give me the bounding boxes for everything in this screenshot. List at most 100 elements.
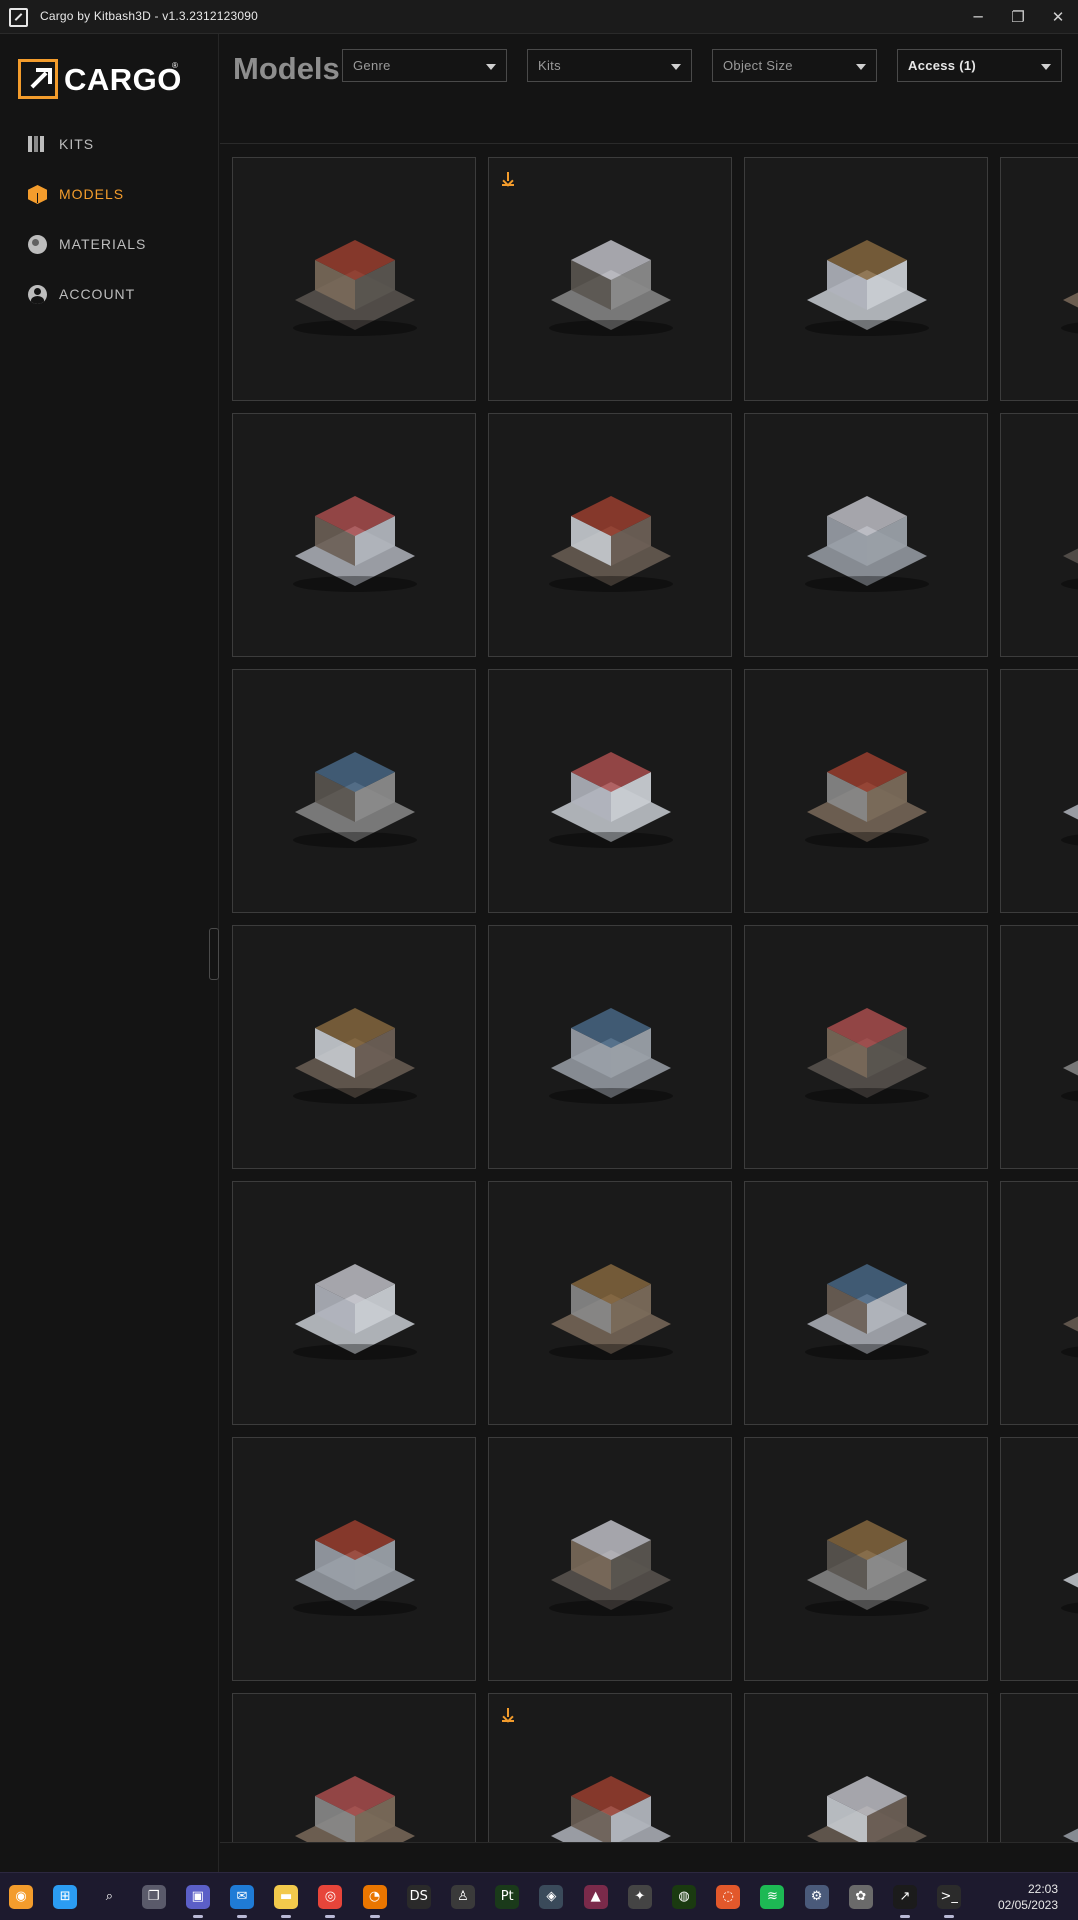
model-thumbnail bbox=[805, 1264, 929, 1360]
model-tile[interactable] bbox=[232, 925, 476, 1169]
cube-icon bbox=[28, 185, 47, 204]
model-tile[interactable] bbox=[488, 925, 732, 1169]
search-icon[interactable]: ⌕ bbox=[97, 1885, 122, 1909]
model-tile[interactable] bbox=[488, 669, 732, 913]
genre-dropdown[interactable]: Genre bbox=[342, 49, 507, 82]
model-tile[interactable] bbox=[488, 1693, 732, 1842]
teams-icon[interactable]: ▣ bbox=[185, 1885, 210, 1909]
poser-icon[interactable]: ♙ bbox=[451, 1885, 475, 1909]
launcher-icon[interactable]: ◉ bbox=[9, 1885, 33, 1909]
caret-down-icon bbox=[856, 64, 866, 70]
blender-icon[interactable]: ◔ bbox=[362, 1885, 387, 1909]
model-tile[interactable] bbox=[232, 157, 476, 401]
model-tile[interactable] bbox=[744, 157, 988, 401]
dropdown-label: Access (1) bbox=[908, 58, 977, 73]
model-thumbnail bbox=[1063, 1828, 1078, 1842]
clock-date: 02/05/2023 bbox=[997, 1898, 1058, 1912]
logo-text: CARGO bbox=[64, 62, 182, 97]
sidebar-item-label: ACCOUNT bbox=[59, 286, 136, 302]
model-thumbnail bbox=[1061, 1572, 1078, 1614]
model-tile[interactable] bbox=[232, 1437, 476, 1681]
nvidia-icon[interactable]: ◍ bbox=[672, 1885, 696, 1909]
running-indicator bbox=[325, 1915, 336, 1918]
model-tile[interactable] bbox=[744, 925, 988, 1169]
kits-icon bbox=[28, 135, 47, 154]
sidebar-item-materials[interactable]: MATERIALS bbox=[28, 231, 208, 257]
model-tile[interactable] bbox=[1000, 669, 1078, 913]
model-tile[interactable] bbox=[744, 1693, 988, 1842]
running-indicator bbox=[237, 1915, 247, 1918]
model-thumbnail bbox=[807, 1776, 927, 1842]
minimize-button[interactable]: ─ bbox=[958, 4, 998, 30]
model-tile[interactable] bbox=[232, 669, 476, 913]
model-thumbnail bbox=[805, 1520, 929, 1616]
kits-dropdown[interactable]: Kits bbox=[527, 49, 692, 82]
cargo-app-icon bbox=[9, 8, 28, 27]
model-thumbnail bbox=[805, 496, 929, 592]
daz-studio-icon[interactable]: DS bbox=[406, 1885, 431, 1909]
model-tile[interactable] bbox=[744, 1437, 988, 1681]
task-view-icon[interactable]: ❐ bbox=[141, 1885, 166, 1909]
model-tile[interactable] bbox=[744, 1181, 988, 1425]
compass-icon[interactable]: ✦ bbox=[627, 1885, 652, 1909]
maximize-button[interactable]: ❐ bbox=[998, 4, 1038, 30]
chrome-icon[interactable]: ◎ bbox=[318, 1885, 343, 1909]
model-thumbnail bbox=[1061, 804, 1078, 846]
painter-icon[interactable]: Pt bbox=[495, 1885, 520, 1909]
title-bar: Cargo by Kitbash3D - v1.3.2312123090 ─ ❐… bbox=[0, 0, 1078, 34]
model-tile[interactable] bbox=[1000, 1437, 1078, 1681]
running-indicator bbox=[900, 1915, 910, 1918]
horizontal-scrollbar[interactable] bbox=[220, 1842, 1078, 1872]
model-tile[interactable] bbox=[488, 1181, 732, 1425]
sidebar-item-models[interactable]: MODELS bbox=[28, 181, 208, 207]
sidebar-resize-handle[interactable] bbox=[209, 928, 219, 980]
model-tile[interactable] bbox=[1000, 1181, 1078, 1425]
models-header: Models Genre Kits Object Size Access (1) bbox=[220, 34, 1078, 144]
sidebar-item-label: MATERIALS bbox=[59, 236, 147, 252]
close-button[interactable]: ✕ bbox=[1038, 4, 1078, 30]
affinity-icon[interactable]: ▲ bbox=[583, 1885, 608, 1909]
cargo-app-icon[interactable]: ↗ bbox=[893, 1885, 917, 1909]
model-tile[interactable] bbox=[488, 413, 732, 657]
model-thumbnail bbox=[549, 1008, 673, 1104]
dropdown-label: Object Size bbox=[723, 58, 793, 73]
downloaded-icon bbox=[502, 172, 514, 186]
windows-start-icon[interactable]: ⊞ bbox=[53, 1885, 78, 1909]
settings-icon[interactable]: ⚙ bbox=[804, 1885, 829, 1909]
user-icon bbox=[28, 285, 47, 304]
system-clock[interactable]: 22:03 02/05/2023 bbox=[998, 1881, 1058, 1913]
model-thumbnail bbox=[293, 240, 417, 336]
object-size-dropdown[interactable]: Object Size bbox=[712, 49, 877, 82]
houdini-icon[interactable]: ◌ bbox=[716, 1885, 741, 1909]
model-tile[interactable] bbox=[1000, 157, 1078, 401]
model-tile[interactable] bbox=[1000, 925, 1078, 1169]
taskbar: 22:03 02/05/2023 ◉ ⊞ ⌕ ❐ ▣ ✉ ▬ ◎ ◔ DS ♙ Pt ◈ ▲ ✦ ◍ ◌ ≋ ⚙ ✿ ↗… bbox=[0, 1872, 1078, 1920]
registered-mark: ® bbox=[172, 61, 178, 70]
model-tile[interactable] bbox=[488, 1437, 732, 1681]
model-tile[interactable] bbox=[232, 1693, 476, 1842]
model-tile[interactable] bbox=[744, 669, 988, 913]
model-tile[interactable] bbox=[488, 157, 732, 401]
file-explorer-icon[interactable]: ▬ bbox=[274, 1885, 299, 1909]
model-tile[interactable] bbox=[232, 413, 476, 657]
model-thumbnail bbox=[549, 752, 673, 848]
mail-icon[interactable]: ✉ bbox=[230, 1885, 254, 1909]
terminal-icon[interactable]: >_ bbox=[937, 1885, 962, 1909]
model-tile[interactable] bbox=[1000, 1693, 1078, 1842]
davinci-icon[interactable]: ◈ bbox=[539, 1885, 564, 1909]
spotify-icon[interactable]: ≋ bbox=[760, 1885, 785, 1909]
dropdown-label: Kits bbox=[538, 58, 561, 73]
model-thumbnail bbox=[293, 1264, 417, 1360]
page-title: Models bbox=[233, 51, 340, 86]
sidebar: CARGO ® KITS MODELS MATERIALS ACCOUNT bbox=[0, 34, 219, 1872]
sidebar-item-kits[interactable]: KITS bbox=[28, 131, 208, 157]
creativity-app-icon[interactable]: ✿ bbox=[848, 1885, 873, 1909]
model-tile[interactable] bbox=[232, 1181, 476, 1425]
logo-mark-icon bbox=[18, 59, 58, 99]
access-dropdown[interactable]: Access (1) bbox=[897, 49, 1062, 82]
model-tile[interactable] bbox=[1000, 413, 1078, 657]
model-tile[interactable] bbox=[744, 413, 988, 657]
model-thumbnail bbox=[1061, 1316, 1078, 1358]
sidebar-item-account[interactable]: ACCOUNT bbox=[28, 281, 208, 307]
model-thumbnail bbox=[549, 1520, 673, 1616]
